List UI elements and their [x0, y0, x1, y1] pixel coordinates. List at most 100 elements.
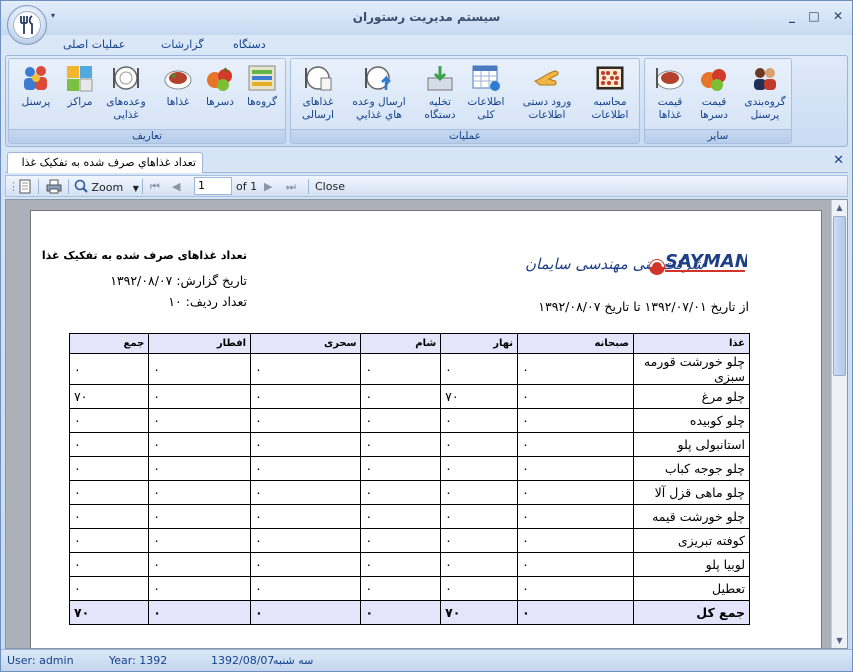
close-button[interactable]: ✕ [827, 7, 849, 25]
table-row: لوبیا پلو ۰ ۰ ۰ ۰ ۰ ۰ [68, 552, 750, 577]
previous-page-icon[interactable]: ◀ [172, 179, 180, 194]
count-cell: ۰ [360, 432, 442, 457]
close-report-button[interactable]: Close [315, 179, 345, 194]
count-cell: ۰ [517, 408, 634, 433]
document-tab-strip: تعداد غذاهاي صرف شده به تفکيک غذا ✕ [5, 151, 848, 173]
calculate-label: محاسبه اطلاعات [591, 96, 629, 121]
send-meals-button[interactable]: ارسال وعده هاي غذايي [349, 62, 409, 128]
count-cell: ۰ [517, 353, 634, 385]
first-page-icon[interactable]: ⏮ [150, 179, 160, 194]
desserts-button[interactable]: دسرها [197, 62, 243, 128]
application-menu-button[interactable] [7, 5, 47, 45]
plate-utensils-icon [110, 62, 142, 94]
foods-button[interactable]: غذاها [155, 62, 201, 128]
maximize-button[interactable]: □ [803, 7, 825, 25]
count-cell: ۰ [440, 353, 519, 385]
personnel-button[interactable]: پرسنل [13, 62, 59, 128]
fruits-price-icon [698, 62, 730, 94]
food-name-cell: چلو جوجه کباب [633, 456, 750, 481]
count-cell: ۰ [68, 353, 150, 385]
abacus-icon [594, 62, 626, 94]
group-other-title: سایر [645, 129, 791, 143]
general-info-button[interactable]: اطلاعات کلی [463, 62, 509, 128]
print-icon[interactable] [46, 179, 62, 194]
count-cell: ۰ [517, 528, 634, 553]
count-cell: ۰ [250, 384, 362, 409]
group-definitions-title: تعاریف [9, 129, 285, 143]
centers-label: مراکز [67, 96, 93, 108]
count-cell: ۰ [250, 552, 362, 577]
zoom-button[interactable]: Zoom ▼ [74, 179, 139, 194]
empty-device-label: تخلیه دستگاه [424, 96, 456, 121]
table-info-icon [470, 62, 502, 94]
food-name-cell: چلو خورشت قورمه سبزی [633, 353, 750, 385]
zoom-dropdown-arrow[interactable]: ▼ [133, 184, 139, 193]
food-prices-button[interactable]: قیمت غذاها [647, 62, 693, 128]
count-cell: ۰ [148, 528, 252, 553]
page-count: of 1 [236, 180, 258, 193]
manual-entry-button[interactable]: ورود دستی اطلاعات [517, 62, 577, 128]
ribbon: پرسنل مراکز وعده‌های غذایی غذاها [5, 55, 848, 147]
blocks-icon [64, 62, 96, 94]
personnel-grouping-button[interactable]: گروه‌بندی پرسنل [739, 62, 791, 128]
send-meals-label: ارسال وعده هاي غذايي [352, 96, 406, 121]
count-cell: ۰ [68, 552, 150, 577]
count-cell: ۰ [148, 408, 252, 433]
count-cell: ۰ [360, 600, 442, 625]
table-row: چلو خورشت قیمه ۰ ۰ ۰ ۰ ۰ ۰ [68, 504, 750, 529]
count-cell: ۰ [360, 456, 442, 481]
magnifier-icon [74, 179, 88, 193]
scroll-thumb[interactable] [833, 216, 846, 376]
dessert-prices-button[interactable]: قیمت دسرها [691, 62, 737, 128]
tab-report[interactable]: تعداد غذاهاي صرف شده به تفکيک غذا [7, 152, 203, 173]
table-row: کوفته تبریزی ۰ ۰ ۰ ۰ ۰ ۰ [68, 528, 750, 553]
meals-label: وعده‌های غذایی [106, 96, 146, 121]
people-icon [20, 62, 52, 94]
food-name-cell: چلو خورشت قیمه [633, 504, 750, 529]
vertical-scrollbar[interactable]: ▲ ▼ [831, 200, 847, 648]
count-cell: ۰ [440, 576, 519, 601]
food-name-cell: لوبیا پلو [633, 552, 750, 577]
food-name-cell: چلو ماهی قزل آلا [633, 480, 750, 505]
count-cell: ۰ [68, 456, 150, 481]
centers-button[interactable]: مراکز [57, 62, 103, 128]
count-cell: ۰ [517, 456, 634, 481]
download-icon [424, 62, 456, 94]
empty-device-button[interactable]: تخلیه دستگاه [417, 62, 463, 128]
scroll-down-icon[interactable]: ▼ [832, 633, 847, 648]
count-cell: ۰ [360, 576, 442, 601]
minimize-button[interactable]: _ [781, 7, 803, 25]
count-cell: ۰ [517, 576, 634, 601]
group-other: قیمت غذاها قیمت دسرها گروه‌بندی پرسنل سا… [644, 58, 792, 144]
zoom-label: Zoom [91, 181, 124, 194]
manual-entry-label: ورود دستی اطلاعات [522, 96, 572, 121]
report-date: تاریخ گزارش: ۱۳۹۲/۰۸/۰۷ [110, 273, 247, 288]
page-number-input[interactable]: 1 [194, 177, 232, 195]
next-page-icon[interactable]: ▶ [264, 179, 272, 194]
page-setup-icon[interactable] [18, 179, 32, 194]
calculate-button[interactable]: محاسبه اطلاعات [587, 62, 633, 128]
tab-reports[interactable]: گزارشات [161, 38, 204, 51]
count-cell: ۰ [148, 384, 252, 409]
layers-icon [246, 62, 278, 94]
count-cell: ۰ [440, 480, 519, 505]
report-table: غذا صبحانه نهار شام سحری افطار جمع چلو خ… [68, 333, 750, 625]
table-row: چلو کوبیده ۰ ۰ ۰ ۰ ۰ ۰ [68, 408, 750, 433]
fruits-icon [204, 62, 236, 94]
date-range: از تاریخ ۱۳۹۲/۰۷/۰۱ تا تاریخ ۱۳۹۲/۰۸/۰۷ [538, 299, 749, 314]
groups-button[interactable]: گروه‌ها [239, 62, 285, 128]
col-lunch: نهار [440, 333, 519, 354]
tab-main-operations[interactable]: عملیات اصلی [63, 38, 125, 51]
close-document-icon[interactable]: ✕ [833, 153, 844, 168]
last-page-icon[interactable]: ⏭ [286, 179, 296, 194]
meals-button[interactable]: وعده‌های غذایی [103, 62, 149, 128]
count-cell: ۰ [68, 504, 150, 529]
scroll-up-icon[interactable]: ▲ [832, 200, 847, 215]
tab-device[interactable]: دستگاه [233, 38, 266, 51]
count-cell: ۰ [148, 600, 252, 625]
report-page: تعداد غذاهای صرف شده به تفکیک غذا تاریخ … [30, 210, 822, 648]
sent-foods-button[interactable]: غذاهای ارسالی [295, 62, 341, 128]
count-cell: ۰ [440, 504, 519, 529]
col-total: جمع [68, 333, 150, 354]
count-cell: ۰ [440, 528, 519, 553]
